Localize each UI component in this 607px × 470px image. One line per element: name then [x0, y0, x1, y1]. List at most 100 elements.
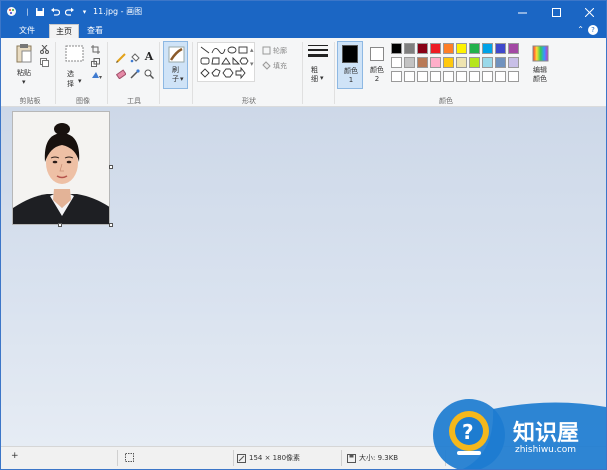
image-group-label: 图像	[76, 97, 90, 105]
fill-bucket-icon	[261, 60, 271, 70]
tab-file[interactable]: 文件	[13, 24, 41, 38]
palette-swatch[interactable]	[391, 57, 402, 68]
crop-icon[interactable]	[90, 44, 100, 54]
watermark-url: zhishiwu.com	[515, 445, 576, 455]
group-separator	[107, 42, 108, 104]
palette-swatch[interactable]	[482, 43, 493, 54]
shapes-scroll-icon[interactable]: ▴	[250, 46, 254, 54]
canvas-area[interactable]	[1, 107, 606, 446]
palette-swatch[interactable]	[404, 43, 415, 54]
palette-swatch[interactable]	[430, 71, 441, 82]
redo-icon[interactable]	[63, 4, 76, 19]
shapes-gallery[interactable]	[197, 42, 255, 82]
shapes-group-label: 形状	[242, 97, 256, 105]
resize-handle-corner[interactable]	[109, 223, 113, 227]
palette-swatch[interactable]	[482, 57, 493, 68]
brushes-button[interactable]: 刷子 ▾	[163, 41, 188, 89]
brushes-dropdown-icon: ▾	[180, 75, 184, 83]
size-dropdown-icon[interactable]: ▾	[320, 74, 324, 82]
palette-swatch[interactable]	[391, 71, 402, 82]
palette-swatch[interactable]	[404, 71, 415, 82]
palette-swatch[interactable]	[456, 43, 467, 54]
collapse-ribbon-icon[interactable]: ⌃	[577, 25, 584, 34]
color1-button[interactable]: 颜色 1	[337, 41, 363, 89]
fill-icon[interactable]	[129, 52, 140, 63]
group-separator	[334, 42, 335, 104]
size-lines-icon	[307, 44, 328, 60]
customize-icon[interactable]: ▾	[78, 4, 91, 19]
palette-swatch[interactable]	[417, 71, 428, 82]
outline-icon	[261, 45, 271, 55]
palette-swatch[interactable]	[443, 57, 454, 68]
resize-handle-right[interactable]	[109, 165, 113, 169]
edit-colors-icon[interactable]	[531, 44, 549, 62]
resize-icon[interactable]	[90, 57, 100, 67]
palette-swatch[interactable]	[443, 71, 454, 82]
paint-app-icon[interactable]	[5, 4, 18, 19]
color1-label: 颜色 1	[344, 67, 358, 84]
palette-swatch[interactable]	[508, 57, 519, 68]
palette-swatch[interactable]	[456, 71, 467, 82]
palette-swatch[interactable]	[495, 43, 506, 54]
title-bar: | ▾ 11.jpg - 画图	[1, 1, 606, 23]
ribbon-home: 粘贴 ▾ 剪贴板 选择 ▾ ▾ 图像 A 工具 刷子 ▾ ▴ ▾ 轮廓 填充 形…	[1, 38, 606, 107]
palette-swatch[interactable]	[508, 71, 519, 82]
color2-button[interactable]: 颜色 2	[367, 43, 389, 89]
color-picker-icon[interactable]	[129, 68, 140, 79]
palette-swatch[interactable]	[469, 71, 480, 82]
select-icon[interactable]	[64, 44, 84, 62]
copy-icon[interactable]	[39, 57, 49, 67]
tab-view[interactable]: 查看	[81, 24, 109, 38]
palette-swatch[interactable]	[456, 57, 467, 68]
palette-swatch[interactable]	[508, 43, 519, 54]
eraser-icon[interactable]	[115, 68, 126, 79]
group-separator	[192, 42, 193, 104]
text-icon[interactable]: A	[143, 50, 155, 63]
palette-swatch[interactable]	[495, 57, 506, 68]
close-icon[interactable]	[572, 1, 606, 23]
palette-swatch[interactable]	[469, 57, 480, 68]
size-button[interactable]: 粗细	[311, 66, 320, 84]
paint-window: | ▾ 11.jpg - 画图 文件 主页 查看 ⌃ ? 粘贴 ▾ 剪贴板 选择…	[0, 0, 607, 470]
save-icon[interactable]	[33, 4, 46, 19]
status-divider	[341, 450, 342, 466]
fill-button[interactable]: 填充	[273, 61, 287, 71]
canvas-image[interactable]	[12, 111, 110, 225]
outline-button[interactable]: 轮廓	[273, 46, 287, 56]
paste-icon[interactable]	[15, 42, 33, 64]
shapes-more-icon[interactable]: ▾	[250, 60, 254, 68]
file-size: 大小: 9.3KB	[347, 453, 398, 463]
paste-button[interactable]: 粘贴	[17, 68, 31, 78]
palette-swatch[interactable]	[430, 57, 441, 68]
rotate-icon[interactable]: ▾	[90, 70, 102, 80]
group-separator	[302, 42, 303, 104]
palette-swatch[interactable]	[417, 57, 428, 68]
palette-swatch[interactable]	[443, 43, 454, 54]
help-icon[interactable]: ?	[588, 25, 598, 35]
magnifier-icon[interactable]	[143, 68, 154, 79]
palette-swatch[interactable]	[417, 43, 428, 54]
svg-text:▾: ▾	[99, 74, 102, 80]
resize-handle-bottom[interactable]	[58, 223, 62, 227]
maximize-icon[interactable]	[539, 1, 573, 23]
colors-group-label: 颜色	[439, 97, 453, 105]
edit-colors-button[interactable]: 编辑颜色	[531, 66, 549, 84]
palette-swatch[interactable]	[482, 71, 493, 82]
disk-icon	[347, 453, 356, 463]
select-button[interactable]: 选择	[67, 69, 77, 89]
tab-home[interactable]: 主页	[49, 24, 79, 38]
palette-swatch[interactable]	[404, 57, 415, 68]
palette-swatch[interactable]	[495, 71, 506, 82]
minimize-icon[interactable]	[505, 1, 539, 23]
portrait-photo	[13, 112, 109, 224]
cut-icon[interactable]	[39, 44, 49, 54]
paste-dropdown-icon[interactable]: ▾	[22, 78, 26, 86]
status-divider	[233, 450, 234, 466]
palette-swatch[interactable]	[391, 43, 402, 54]
select-dropdown-icon[interactable]: ▾	[78, 77, 82, 85]
undo-icon[interactable]	[48, 4, 61, 19]
color-palette	[391, 43, 527, 87]
pencil-icon[interactable]	[115, 52, 126, 63]
palette-swatch[interactable]	[430, 43, 441, 54]
palette-swatch[interactable]	[469, 43, 480, 54]
